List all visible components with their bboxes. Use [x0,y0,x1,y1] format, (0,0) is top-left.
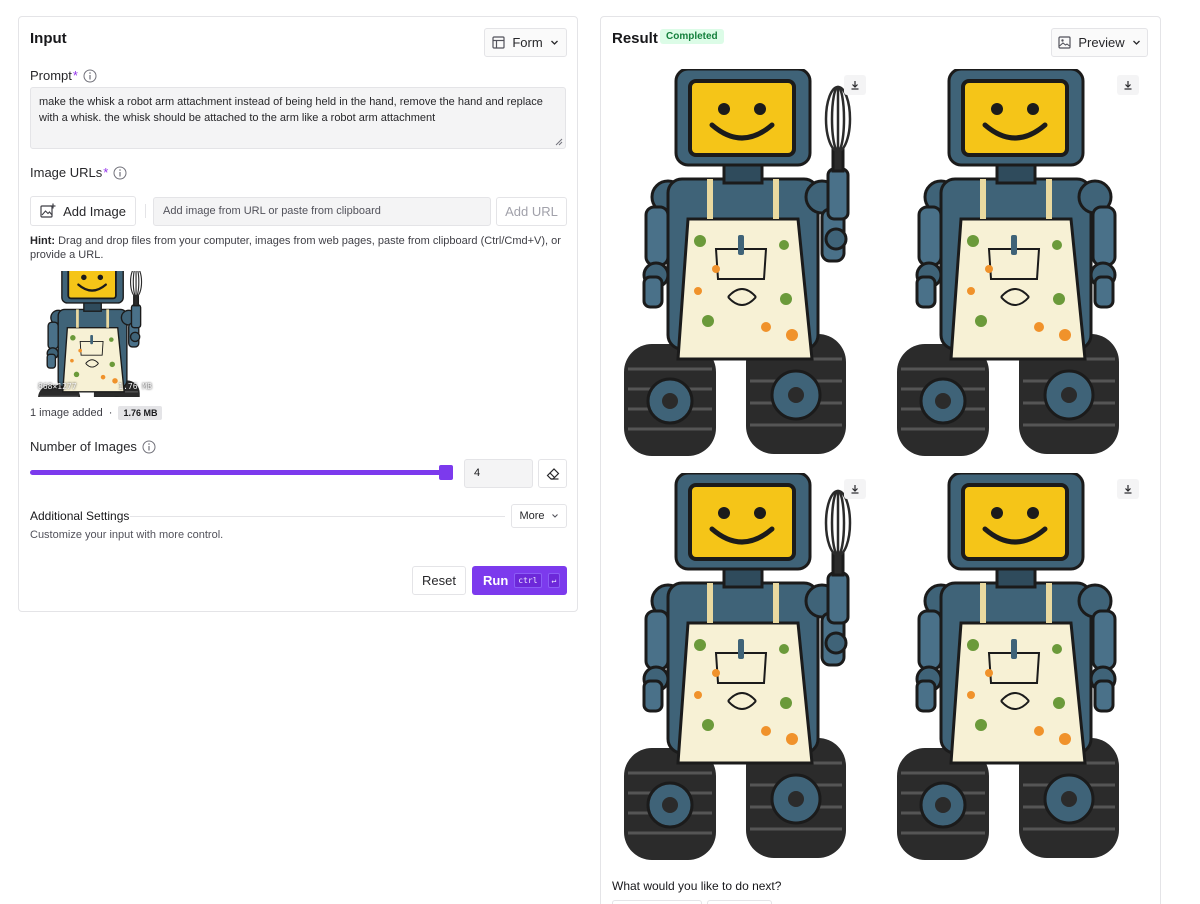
images-added-status: 1 image added · 1.76 MB [30,406,163,420]
robot-image [889,473,1145,866]
result-title: Result [612,30,658,47]
images-added-text: 1 image added [30,407,103,419]
thumbnail-size: 1.76 MB [118,382,152,391]
run-button[interactable]: Run ctrl ↵ [472,566,567,595]
input-panel: Input Form Prompt * make the whisk a rob… [18,16,578,612]
settings-divider [130,516,505,517]
robot-image [616,473,872,866]
kbd-ctrl: ctrl [514,573,542,588]
resize-grip-icon[interactable] [555,138,563,146]
download-icon [1124,81,1132,90]
required-asterisk: * [72,68,78,83]
preview-view-button[interactable]: Preview [1051,28,1148,57]
download-button[interactable] [1117,479,1139,499]
prompt-label-row: Prompt * [30,68,97,83]
divider [145,204,146,218]
robot-image [889,69,1145,462]
download-icon [851,81,859,90]
result-panel: Result Completed Preview What would you … [600,16,1161,904]
download-icon [851,485,859,494]
info-icon[interactable] [83,69,97,83]
preview-button-label: Preview [1078,35,1125,50]
prompt-text: make the whisk a robot arm attachment in… [39,96,543,124]
reset-label: Reset [422,573,456,588]
result-image-2[interactable] [889,69,1145,462]
uploaded-image-thumbnail[interactable]: 868×1277 1.76 MB [30,271,156,397]
result-image-1[interactable] [616,69,872,462]
additional-settings-subtitle: Customize your input with more control. [30,529,224,541]
add-url-button[interactable]: Add URL [496,197,567,226]
prompt-textarea[interactable]: make the whisk a robot arm attachment in… [30,87,566,149]
images-size-badge: 1.76 MB [118,406,163,420]
more-label: More [519,510,545,522]
num-images-label: Number of Images [30,439,137,454]
image-url-input[interactable]: Add image from URL or paste from clipboa… [153,197,491,226]
result-image-3[interactable] [616,473,872,866]
prompt-label: Prompt [30,68,72,83]
robot-image [30,271,156,397]
upload-hint: Hint: Drag and drop files from your comp… [30,234,570,262]
download-button[interactable] [844,479,866,499]
chevron-down-icon [1132,40,1140,45]
image-urls-label-row: Image URLs * [30,165,127,180]
form-icon [492,36,505,49]
thumbnail-dimensions: 868×1277 [38,382,77,391]
reset-button[interactable]: Reset [412,566,466,595]
next-action-button[interactable] [707,900,772,904]
form-button-label: Form [512,35,543,50]
download-icon [1124,485,1132,494]
download-button[interactable] [1117,75,1139,95]
add-image-label: Add Image [63,203,126,219]
additional-settings-label: Additional Settings [30,509,130,523]
result-image-4[interactable] [889,473,1145,866]
robot-image [616,69,872,462]
add-image-button[interactable]: Add Image [30,196,136,226]
info-icon[interactable] [113,166,127,180]
num-images-input[interactable]: 4 [464,459,533,488]
num-images-label-row: Number of Images [30,439,156,454]
separator-dot: · [108,407,113,419]
chevron-down-icon [550,40,558,45]
kbd-enter: ↵ [547,573,561,588]
hint-label: Hint: [30,235,56,247]
image-urls-label: Image URLs [30,165,103,180]
status-badge: Completed [660,29,724,44]
next-action-button[interactable] [612,900,702,904]
clear-button[interactable] [538,459,567,488]
next-step-question: What would you like to do next? [612,879,782,893]
image-icon [1058,36,1071,49]
info-icon[interactable] [142,440,156,454]
download-button[interactable] [844,75,866,95]
form-view-button[interactable]: Form [484,28,567,57]
num-images-slider-thumb[interactable] [439,465,453,480]
image-add-icon [40,203,56,218]
chevron-down-icon [551,514,558,518]
required-asterisk: * [103,165,109,180]
hint-text: Drag and drop files from your computer, … [30,235,561,261]
more-settings-button[interactable]: More [511,504,567,528]
num-images-slider-track[interactable] [30,470,447,475]
input-title: Input [30,30,67,47]
add-url-label: Add URL [505,204,558,219]
eraser-icon [546,467,559,480]
run-label: Run [483,573,509,588]
